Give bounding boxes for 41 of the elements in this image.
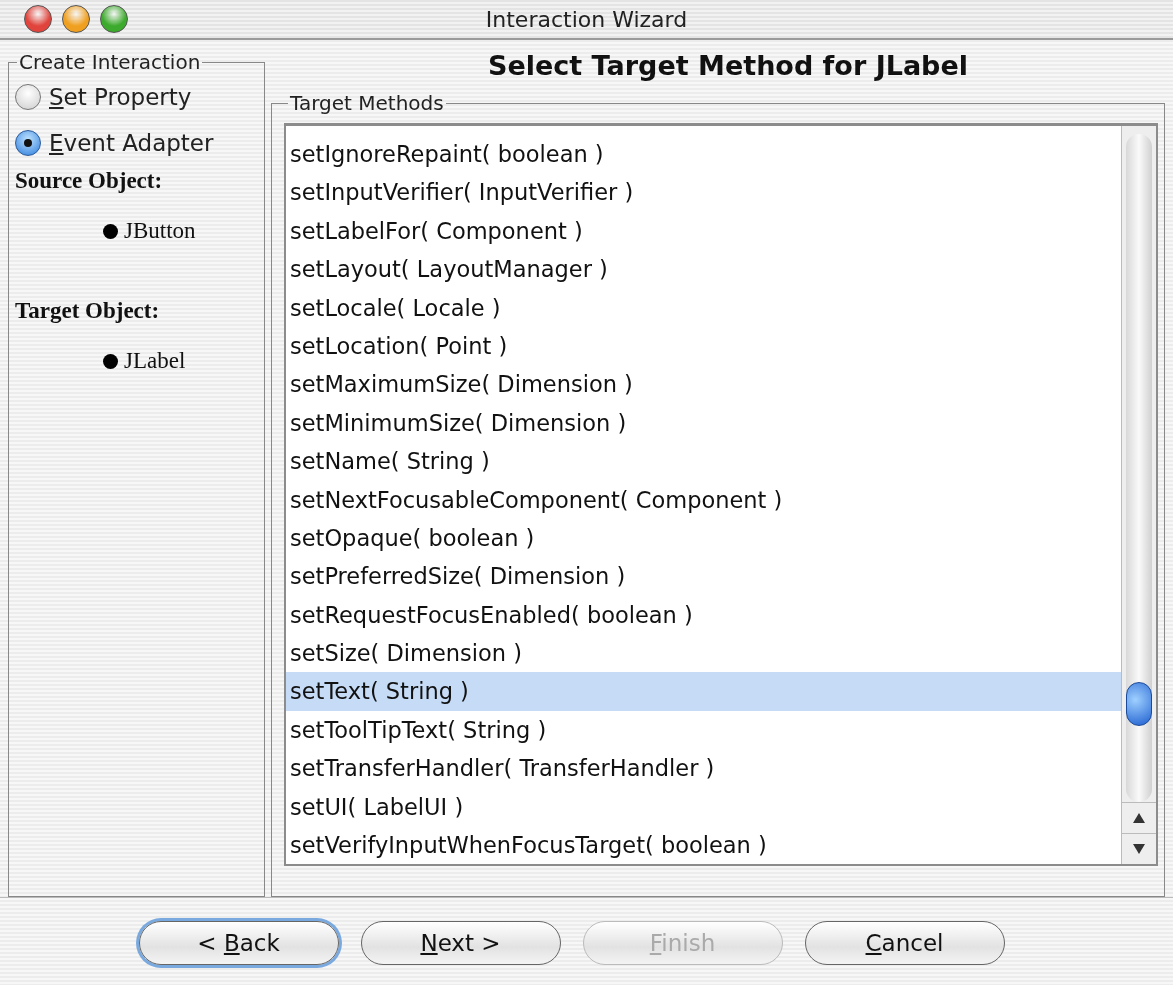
radio-option[interactable]: Set Property: [13, 74, 260, 120]
radio-option[interactable]: Event Adapter: [13, 120, 260, 166]
method-item[interactable]: setInputVerifier( InputVerifier ): [286, 173, 1121, 212]
window-control-button[interactable]: [24, 5, 52, 33]
group-title: Target Methods: [289, 91, 445, 115]
target-object-value: JLabel: [124, 348, 186, 374]
method-item[interactable]: setLabelFor( Component ): [286, 211, 1121, 251]
window-control-button[interactable]: [100, 5, 128, 33]
scroll-thumb[interactable]: [1126, 682, 1152, 726]
method-item[interactable]: setName( String ): [286, 442, 1121, 481]
group-title: Create Interaction: [18, 50, 202, 74]
wizard-button[interactable]: Cancel: [804, 921, 1005, 965]
method-item[interactable]: setLocation( Point ): [286, 326, 1121, 366]
method-item[interactable]: setMaximumSize( Dimension ): [286, 365, 1121, 404]
method-item[interactable]: setNextFocusableComponent( Component ): [286, 480, 1121, 519]
method-item[interactable]: setToolTipText( String ): [286, 710, 1121, 750]
bullet-icon: [103, 353, 118, 369]
page-heading: Select Target Method for JLabel: [487, 50, 969, 81]
bullet-icon: [103, 223, 118, 239]
method-item[interactable]: setTransferHandler( TransferHandler ): [286, 749, 1121, 788]
wizard-button[interactable]: < Back: [138, 921, 339, 965]
scrollbar[interactable]: [1121, 126, 1156, 864]
scroll-down-icon[interactable]: [1132, 843, 1146, 855]
window-control-button[interactable]: [62, 5, 90, 33]
method-item[interactable]: setSize( Dimension ): [286, 634, 1121, 673]
method-item[interactable]: setLayout( LayoutManager ): [286, 250, 1121, 289]
window-title: Interaction Wizard: [485, 6, 688, 32]
method-item[interactable]: setLocale( Locale ): [286, 288, 1121, 327]
scroll-up-icon[interactable]: [1132, 812, 1146, 824]
target-object-label: Target Object:: [15, 298, 161, 324]
source-object-value: JButton: [124, 218, 196, 244]
method-item[interactable]: setMinimumSize( Dimension ): [286, 403, 1121, 443]
method-item[interactable]: setVerifyInputWhenFocusTarget( boolean ): [286, 826, 1121, 864]
method-item[interactable]: setRequestFocusEnabled( boolean ): [286, 595, 1121, 635]
wizard-button[interactable]: Next >: [360, 921, 561, 965]
method-item[interactable]: setUI( LabelUI ): [286, 787, 1121, 827]
method-item[interactable]: setText( String ): [286, 672, 1121, 711]
method-item[interactable]: setOpaque( boolean ): [286, 518, 1121, 558]
source-object-label: Source Object:: [15, 168, 164, 194]
method-item[interactable]: setPreferredSize( Dimension ): [286, 557, 1121, 596]
method-item[interactable]: setIgnoreRepaint( boolean ): [286, 135, 1121, 174]
